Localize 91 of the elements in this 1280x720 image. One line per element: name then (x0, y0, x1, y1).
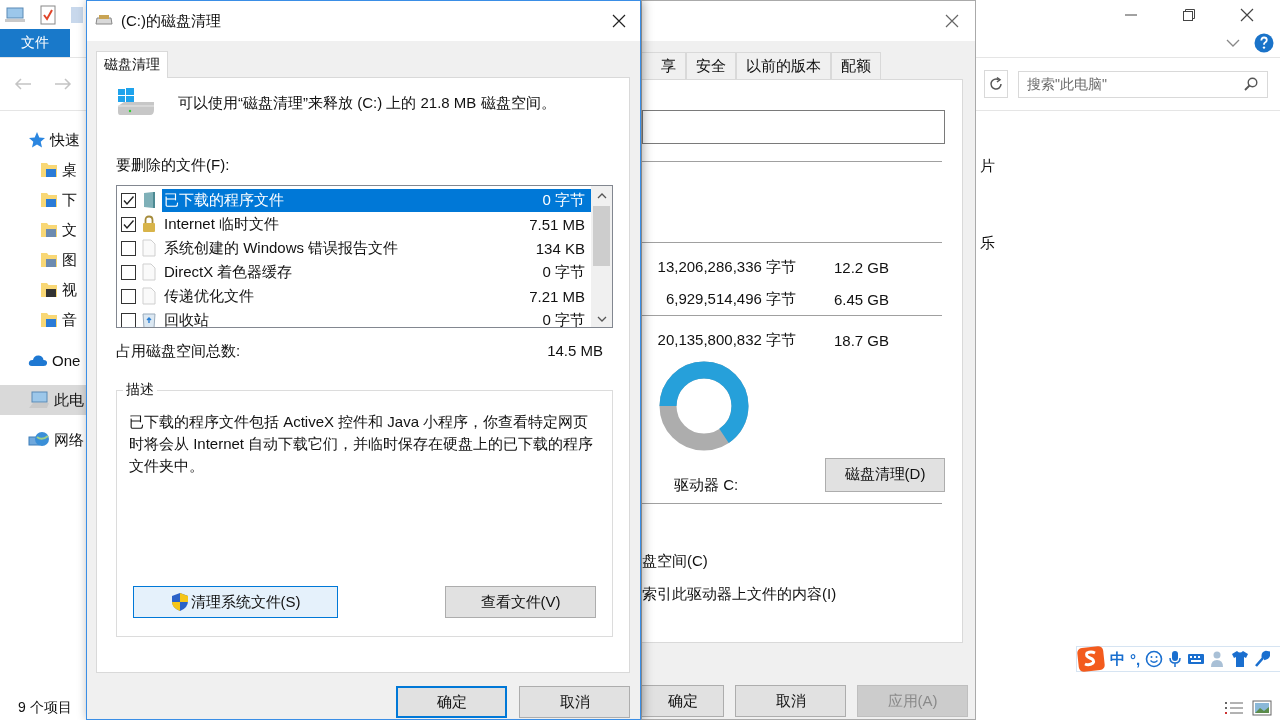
files-label: 要删除的文件(F): (116, 156, 231, 175)
description-text: 已下载的程序文件包括 ActiveX 控件和 Java 小程序，你查看特定网页时将会从 Internet 自动下载它们，并临时保存在硬盘上的已下载的程序文件夹中。 (129, 412, 595, 476)
status-text: 9 个项目 (18, 699, 72, 717)
recycle-bin-icon (142, 311, 156, 327)
nav-item[interactable]: 视 (0, 275, 86, 305)
nav-item[interactable]: 音 (0, 305, 86, 335)
tab[interactable]: 安全 (686, 52, 736, 79)
book-icon (142, 191, 156, 209)
refresh-button[interactable] (984, 70, 1008, 98)
lock-icon (142, 215, 156, 233)
tab[interactable]: 配额 (831, 52, 881, 79)
folder-icon (40, 221, 58, 239)
nav-item[interactable]: 快速 (0, 125, 86, 155)
ime-logo-icon[interactable] (1077, 646, 1105, 672)
scrollbar[interactable] (591, 186, 612, 327)
smiley-icon[interactable] (1145, 650, 1164, 668)
byte-count: 20,135,800,832 字节 (656, 330, 796, 350)
folder-icon (40, 311, 58, 329)
network-globe-icon (28, 431, 50, 449)
dialog-button[interactable]: 取消 (735, 685, 846, 717)
tab[interactable]: 享 (642, 52, 686, 79)
nav-item[interactable]: 此电 (0, 385, 86, 415)
document-icon (142, 239, 156, 257)
nav-item[interactable]: 网络 (0, 425, 86, 455)
checkbox[interactable] (121, 264, 136, 280)
thumbnail-view-icon[interactable] (1252, 700, 1272, 716)
tab[interactable]: 磁盘清理 (96, 51, 168, 78)
option-label[interactable]: 索引此驱动器上文件的内容(I) (642, 585, 962, 604)
total-value: 14.5 MB (547, 342, 603, 361)
document-icon (142, 287, 156, 305)
group-label: 描述 (123, 381, 157, 399)
checkbox[interactable] (121, 288, 136, 304)
microphone-icon[interactable] (1168, 650, 1183, 668)
properties-icon[interactable] (40, 4, 56, 25)
nav-item[interactable]: 下 (0, 185, 86, 215)
nav-item[interactable]: 桌 (0, 155, 86, 185)
intro-text: 可以使用“磁盘清理”来释放 (C:) 上的 21.8 MB 磁盘空间。 (178, 93, 556, 113)
close-icon[interactable] (612, 14, 626, 28)
tab[interactable]: 以前的版本 (736, 52, 831, 79)
folder-icon (40, 161, 58, 179)
punctuation-toggle[interactable]: °, (1130, 650, 1141, 668)
checkbox[interactable] (121, 240, 136, 256)
nav-item[interactable]: 文 (0, 215, 86, 245)
search-field[interactable]: 搜索"此电脑" (1018, 70, 1268, 98)
disk-cleanup-button[interactable]: 磁盘清理(D) (825, 457, 945, 492)
scroll-up-icon[interactable] (596, 192, 607, 200)
search-icon[interactable] (1244, 76, 1258, 91)
folder-icon (40, 251, 58, 269)
computer-icon (28, 391, 50, 409)
shield-icon (170, 592, 189, 612)
checkbox[interactable] (121, 312, 136, 327)
chevron-down-icon[interactable] (1226, 38, 1240, 48)
total-label: 占用磁盘空间总数: (116, 342, 241, 361)
folder-label[interactable]: 乐 (980, 234, 1280, 253)
drive-label: 驱动器 C: (674, 476, 739, 495)
wrench-icon[interactable] (1254, 650, 1271, 668)
action-button[interactable]: 清理系统文件(S) (133, 586, 338, 618)
nav-item[interactable]: 图 (0, 245, 86, 275)
dialog-button[interactable]: 确定 (396, 686, 507, 718)
windows-drive-icon (116, 88, 156, 118)
size-value: 6.45 GB (834, 290, 890, 308)
window-title: (C:)的磁盘清理 (121, 11, 221, 31)
size-value: 12.2 GB (834, 258, 890, 276)
input-mode-toggle[interactable]: 中 (1110, 649, 1125, 669)
folder-label[interactable]: 片 (980, 157, 1280, 176)
close-icon[interactable] (1240, 8, 1254, 22)
checkbox[interactable] (121, 192, 136, 208)
dialog-button[interactable]: 确定 (642, 685, 724, 717)
shirt-icon[interactable] (1231, 650, 1250, 668)
scroll-down-icon[interactable] (596, 315, 607, 323)
keyboard-icon[interactable] (1187, 652, 1206, 666)
drive-icon (95, 14, 113, 28)
details-view-icon[interactable] (1224, 700, 1244, 716)
refresh-icon (988, 76, 1004, 92)
folder-icon (40, 191, 58, 209)
checkbox[interactable] (121, 216, 136, 232)
document-icon (142, 263, 156, 281)
dialog-button[interactable]: 取消 (519, 686, 630, 718)
folder-icon (40, 281, 58, 299)
name-field[interactable] (642, 110, 945, 144)
nav-item[interactable]: One (0, 345, 86, 375)
size-value: 18.7 GB (834, 331, 890, 349)
action-button[interactable]: 查看文件(V) (445, 586, 596, 618)
option-label[interactable]: 盘空间(C) (642, 552, 962, 571)
help-icon[interactable] (1254, 33, 1274, 53)
star-icon (28, 131, 46, 149)
cloud-icon (28, 353, 48, 367)
restore-icon[interactable] (1182, 8, 1196, 22)
byte-count: 6,929,514,496 字节 (664, 289, 796, 309)
file-tab[interactable]: 文件 (0, 29, 70, 57)
byte-count: 13,206,286,336 字节 (656, 257, 796, 277)
